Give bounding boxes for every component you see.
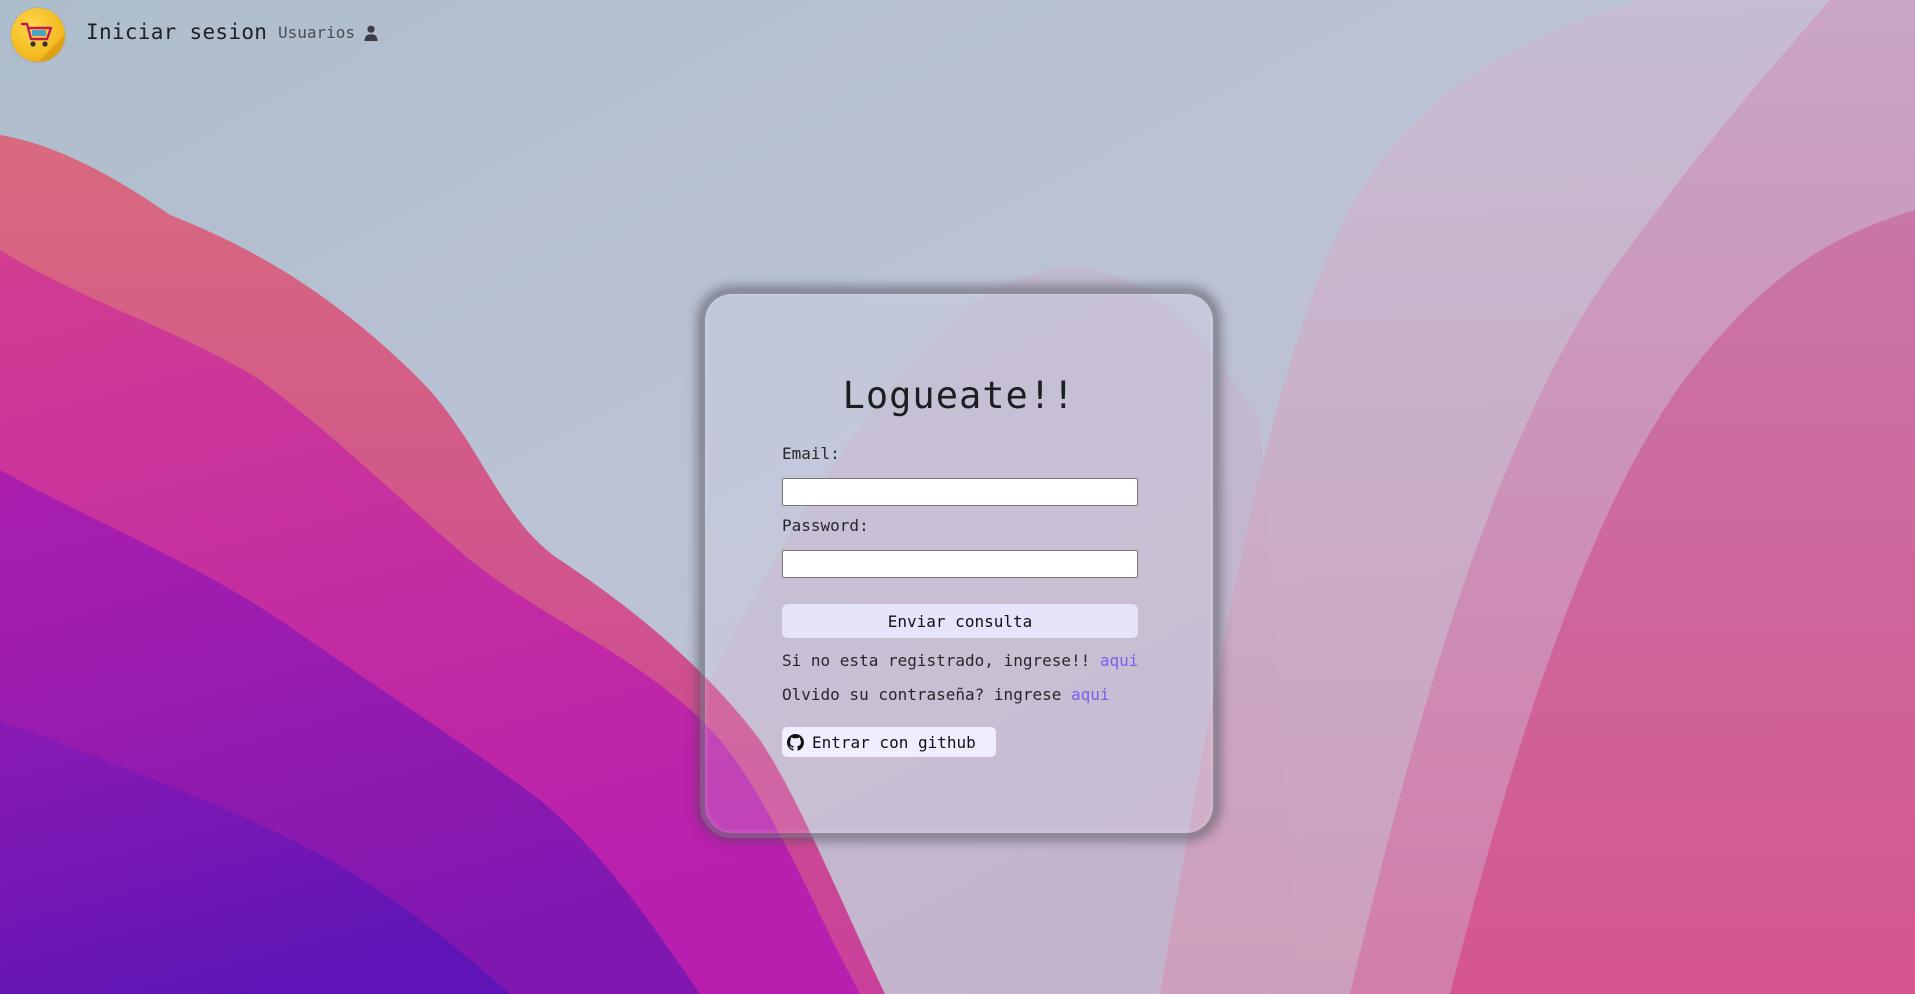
forgot-text: Olvido su contraseña? ingrese: [782, 685, 1062, 704]
register-link[interactable]: aqui: [1100, 651, 1139, 670]
shopping-cart-icon[interactable]: [11, 8, 65, 62]
password-field[interactable]: [782, 550, 1138, 578]
email-label: Email:: [782, 444, 840, 463]
navbar: Iniciar sesion Usuarios: [0, 0, 1915, 66]
password-label: Password:: [782, 516, 869, 535]
forgot-password-link[interactable]: aqui: [1071, 685, 1110, 704]
submit-button[interactable]: Enviar consulta: [782, 604, 1138, 638]
github-login-label: Entrar con github: [812, 732, 976, 752]
github-icon: [787, 733, 804, 751]
register-line: Si no esta registrado, ingrese!! aqui: [782, 651, 1138, 670]
nav-users-link[interactable]: Usuarios: [278, 23, 378, 42]
github-login-button[interactable]: Entrar con github: [782, 727, 996, 757]
email-field[interactable]: [782, 478, 1138, 506]
nav-users-label: Usuarios: [278, 23, 356, 42]
login-title: Logueate!!: [842, 374, 1076, 417]
register-text: Si no esta registrado, ingrese!!: [782, 651, 1091, 670]
user-icon: [364, 25, 378, 41]
forgot-line: Olvido su contraseña? ingrese aqui: [782, 685, 1110, 704]
login-card: Logueate!! Email: Password: Enviar consu…: [700, 289, 1218, 838]
brand-link[interactable]: Iniciar sesion: [86, 20, 267, 44]
